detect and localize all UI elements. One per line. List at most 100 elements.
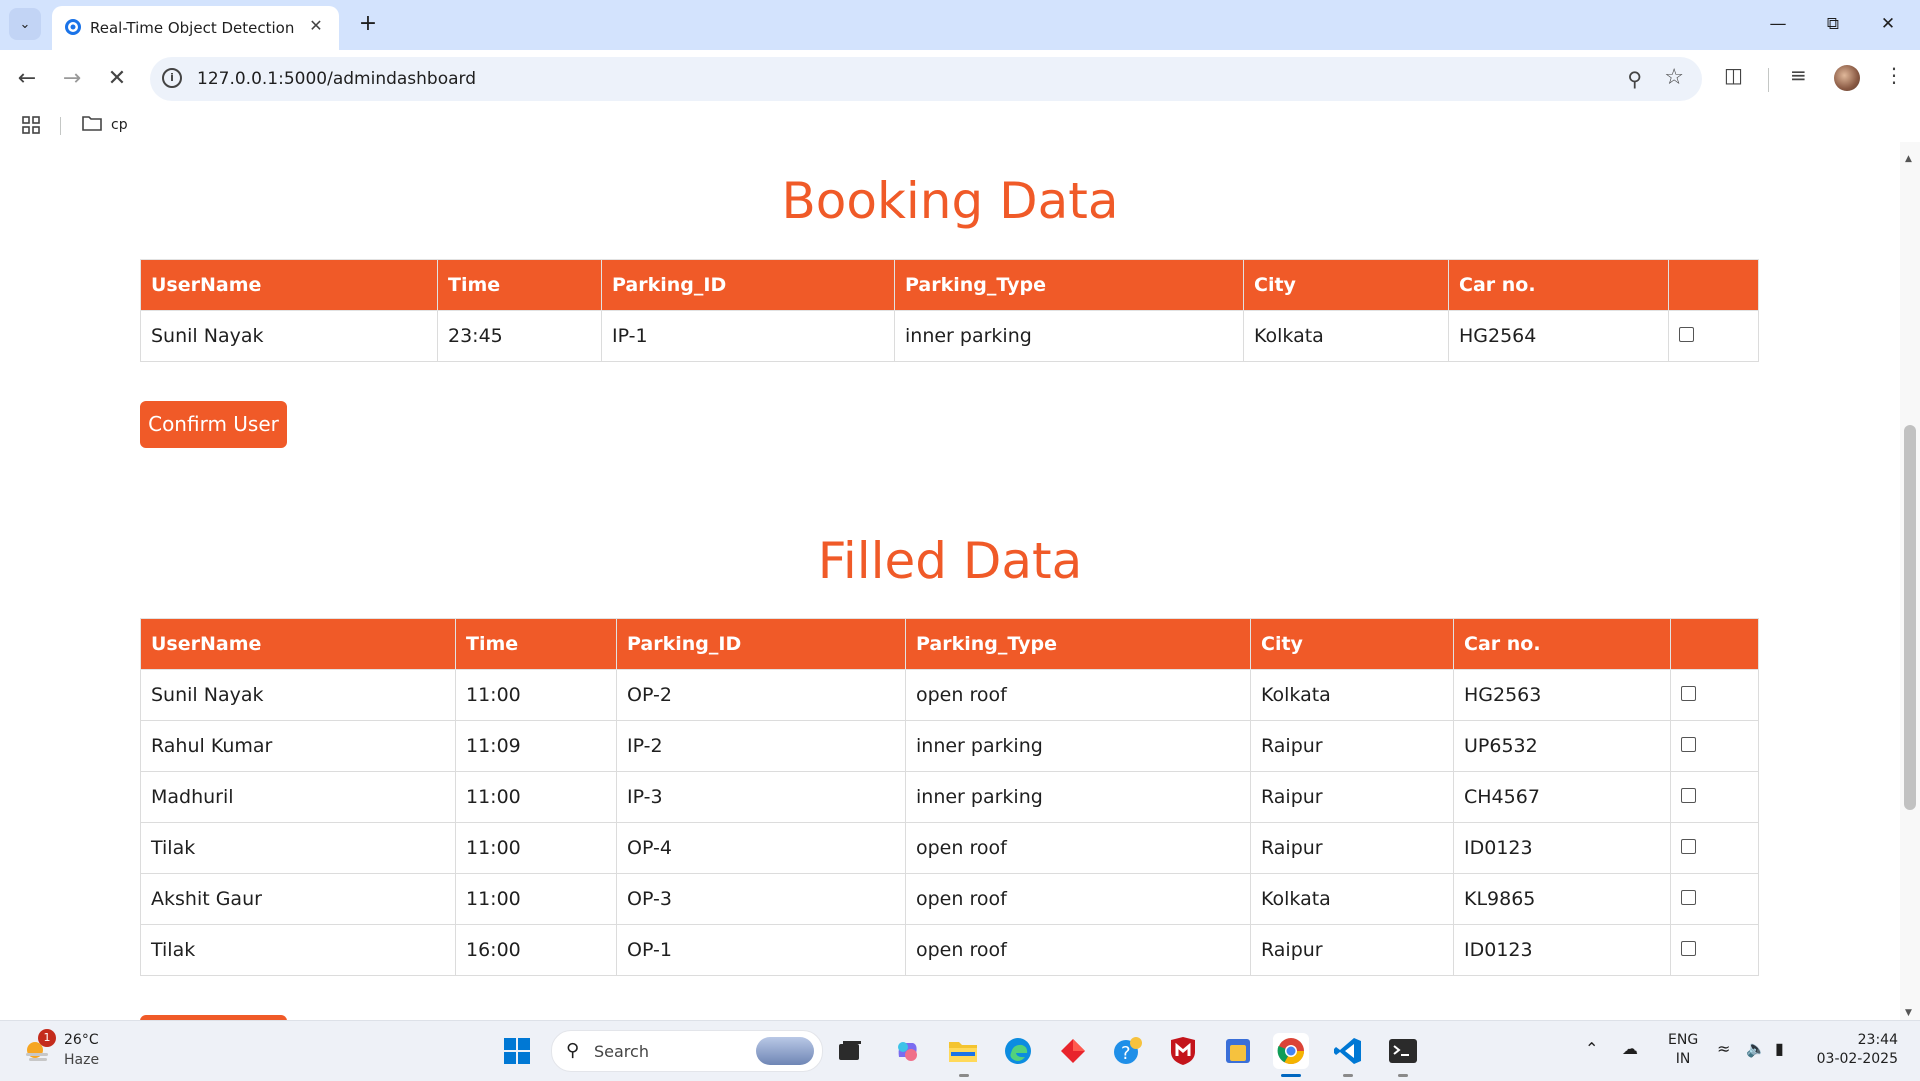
column-header: Parking_ID bbox=[601, 259, 895, 311]
parking-id-cell: OP-4 bbox=[616, 822, 906, 874]
terminal-running-indicator bbox=[1398, 1074, 1408, 1077]
language-indicator[interactable]: ENG IN bbox=[1668, 1031, 1698, 1069]
task-view-icon[interactable] bbox=[832, 1033, 868, 1069]
column-header: Parking_ID bbox=[616, 618, 906, 670]
copilot-icon[interactable] bbox=[889, 1033, 925, 1069]
car-no-cell: KL9865 bbox=[1453, 873, 1671, 925]
row-checkbox[interactable] bbox=[1681, 686, 1696, 701]
close-window-icon[interactable]: ✕ bbox=[1865, 8, 1911, 40]
menu-icon[interactable]: ⋮ bbox=[1884, 63, 1904, 87]
parking-id-cell: IP-2 bbox=[616, 720, 906, 772]
select-cell bbox=[1670, 873, 1759, 925]
file-explorer-icon[interactable] bbox=[945, 1033, 981, 1069]
taskbar-search-box[interactable]: ⚲ Search bbox=[551, 1030, 823, 1072]
restore-icon[interactable]: ⧉ bbox=[1810, 8, 1856, 40]
password-key-icon[interactable]: ⚲ bbox=[1627, 67, 1642, 91]
weather-description[interactable]: Haze bbox=[64, 1052, 99, 1068]
stop-loading-icon[interactable]: ✕ bbox=[100, 62, 134, 96]
weather-temperature[interactable]: 26°C bbox=[64, 1032, 99, 1048]
column-header bbox=[1668, 259, 1759, 311]
mcafee-icon[interactable] bbox=[1165, 1033, 1201, 1069]
confirm-user-button[interactable]: Confirm User bbox=[140, 401, 287, 448]
row-checkbox[interactable] bbox=[1679, 327, 1694, 342]
chevron-up-icon[interactable]: ⌃ bbox=[1585, 1039, 1598, 1058]
onedrive-icon[interactable]: ☁ bbox=[1622, 1039, 1638, 1058]
time-cell: 11:09 bbox=[455, 720, 617, 772]
address-bar[interactable]: i 127.0.0.1:5000/admindashboard ⚲ ☆ bbox=[150, 57, 1702, 101]
media-control-icon[interactable]: ≡ bbox=[1790, 63, 1807, 87]
row-checkbox[interactable] bbox=[1681, 941, 1696, 956]
tab-search-icon[interactable]: ⌄ bbox=[9, 8, 41, 40]
time-cell: 11:00 bbox=[455, 822, 617, 874]
city-cell: Kolkata bbox=[1250, 669, 1454, 721]
volume-icon[interactable]: 🔈 bbox=[1746, 1039, 1766, 1058]
extensions-icon[interactable]: ◫ bbox=[1724, 63, 1743, 87]
parking-type-cell: inner parking bbox=[894, 310, 1244, 362]
edge-icon[interactable] bbox=[1000, 1033, 1036, 1069]
column-header: Parking_Type bbox=[905, 618, 1251, 670]
language-code: ENG bbox=[1668, 1032, 1699, 1048]
select-cell bbox=[1670, 924, 1759, 976]
tab-title: Real-Time Object Detection bbox=[90, 19, 295, 37]
column-header: Car no. bbox=[1453, 618, 1671, 670]
app-yellow-icon[interactable] bbox=[1220, 1033, 1256, 1069]
profile-avatar[interactable] bbox=[1834, 65, 1860, 91]
city-cell: Kolkata bbox=[1250, 873, 1454, 925]
app-red-diamond-icon[interactable] bbox=[1055, 1033, 1091, 1069]
row-checkbox[interactable] bbox=[1681, 839, 1696, 854]
battery-icon[interactable]: ▮ bbox=[1775, 1039, 1784, 1058]
row-checkbox[interactable] bbox=[1681, 737, 1696, 752]
car-no-cell: CH4567 bbox=[1453, 771, 1671, 823]
parking-id-cell: OP-3 bbox=[616, 873, 906, 925]
scrollbar-thumb[interactable] bbox=[1904, 425, 1916, 810]
row-checkbox[interactable] bbox=[1681, 788, 1696, 803]
scroll-up-icon[interactable]: ▲ bbox=[1905, 154, 1912, 164]
vscode-icon[interactable] bbox=[1330, 1033, 1366, 1069]
chrome-active-indicator bbox=[1281, 1074, 1301, 1077]
browser-tab[interactable]: Real-Time Object Detection ✕ bbox=[52, 6, 339, 50]
bookmark-folder-label[interactable]: cp bbox=[111, 117, 128, 133]
chrome-icon[interactable] bbox=[1273, 1033, 1309, 1069]
select-cell bbox=[1668, 310, 1759, 362]
filled-data-title: Filled Data bbox=[817, 532, 1083, 590]
url-text[interactable]: 127.0.0.1:5000/admindashboard bbox=[197, 69, 476, 89]
scroll-down-icon[interactable]: ▼ bbox=[1905, 1008, 1912, 1018]
table-row: Tilak 16:00 OP-1 open roof Raipur ID0123 bbox=[140, 924, 1759, 976]
new-tab-icon[interactable]: + bbox=[354, 10, 382, 38]
car-no-cell: HG2563 bbox=[1453, 669, 1671, 721]
toolbar-divider bbox=[1768, 68, 1769, 92]
bookmarks-bar: cp bbox=[0, 108, 1920, 142]
wifi-icon[interactable]: ≈ bbox=[1717, 1039, 1730, 1058]
browser-toolbar: ← → ✕ i 127.0.0.1:5000/admindashboard ⚲ … bbox=[0, 50, 1920, 108]
windows-start-icon[interactable] bbox=[499, 1033, 535, 1069]
region-code: IN bbox=[1675, 1051, 1691, 1067]
search-highlight-image bbox=[756, 1037, 814, 1065]
help-icon[interactable]: ? bbox=[1110, 1033, 1146, 1069]
table-header-row: UserName Time Parking_ID Parking_Type Ci… bbox=[140, 618, 1759, 670]
terminal-icon[interactable] bbox=[1385, 1033, 1421, 1069]
booking-table: UserName Time Parking_ID Parking_Type Ci… bbox=[140, 259, 1759, 362]
username-cell: Tilak bbox=[140, 924, 456, 976]
minimize-icon[interactable]: — bbox=[1755, 8, 1801, 40]
column-header: Parking_Type bbox=[894, 259, 1244, 311]
apps-grid-icon[interactable] bbox=[22, 116, 40, 134]
site-info-icon[interactable]: i bbox=[162, 68, 182, 88]
forward-icon[interactable]: → bbox=[55, 62, 89, 96]
time-cell: 11:00 bbox=[455, 669, 617, 721]
booking-data-title: Booking Data bbox=[781, 172, 1119, 230]
city-cell: Raipur bbox=[1250, 924, 1454, 976]
page-scrollbar[interactable]: ▲ ▼ bbox=[1900, 142, 1920, 1020]
back-icon[interactable]: ← bbox=[10, 62, 44, 96]
folder-icon[interactable] bbox=[82, 115, 102, 131]
table-header-row: UserName Time Parking_ID Parking_Type Ci… bbox=[140, 259, 1759, 311]
bookmark-star-icon[interactable]: ☆ bbox=[1664, 65, 1684, 90]
close-icon[interactable]: ✕ bbox=[305, 15, 327, 37]
search-label: Search bbox=[594, 1042, 649, 1061]
table-row: Rahul Kumar 11:09 IP-2 inner parking Rai… bbox=[140, 720, 1759, 772]
column-header bbox=[1670, 618, 1759, 670]
select-cell bbox=[1670, 822, 1759, 874]
system-clock[interactable]: 23:44 03-02-2025 bbox=[1808, 1031, 1898, 1069]
time-cell: 11:00 bbox=[455, 771, 617, 823]
city-cell: Kolkata bbox=[1243, 310, 1449, 362]
row-checkbox[interactable] bbox=[1681, 890, 1696, 905]
